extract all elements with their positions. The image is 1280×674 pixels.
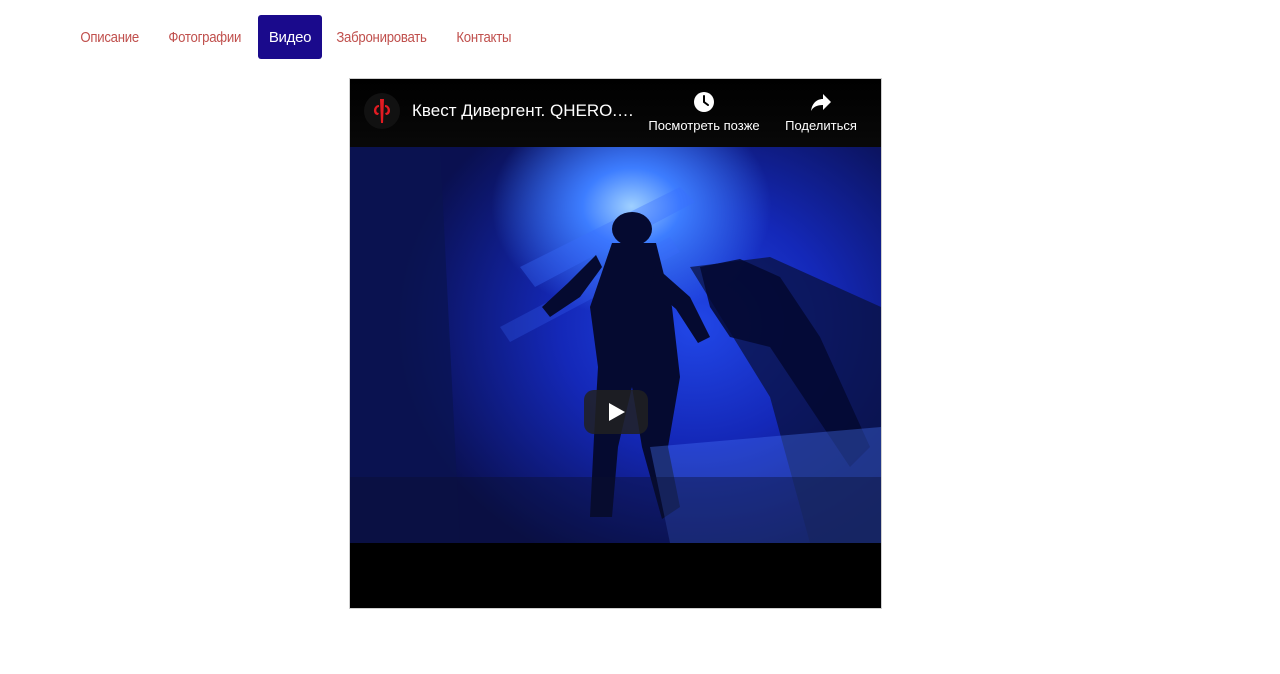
share-button[interactable]: Поделиться xyxy=(782,91,860,133)
player-top-bar: Квест Дивергент. QHERO. Страх. Посмотрет… xyxy=(350,79,881,147)
watch-later-button[interactable]: Посмотреть позже xyxy=(642,91,766,133)
video-player[interactable]: Квест Дивергент. QHERO. Страх. Посмотрет… xyxy=(349,78,882,609)
thumbnail-scene xyxy=(350,147,881,543)
channel-logo-icon[interactable] xyxy=(364,93,400,129)
clock-icon xyxy=(694,92,714,112)
video-thumbnail[interactable] xyxy=(350,147,881,543)
tab-booking[interactable]: Забронировать xyxy=(324,15,439,59)
play-button[interactable] xyxy=(584,390,648,434)
section-tabs: Описание Фотографии Видео Забронировать … xyxy=(68,15,524,59)
tab-video[interactable]: Видео xyxy=(258,15,322,59)
tab-description[interactable]: Описание xyxy=(68,15,151,59)
tab-photos[interactable]: Фотографии xyxy=(156,15,253,59)
play-icon xyxy=(609,403,625,421)
video-title[interactable]: Квест Дивергент. QHERO. Страх. xyxy=(412,101,637,121)
share-label: Поделиться xyxy=(785,118,857,133)
watch-later-label: Посмотреть позже xyxy=(648,118,760,133)
share-arrow-icon xyxy=(811,94,831,111)
tab-contacts[interactable]: Контакты xyxy=(444,15,524,59)
